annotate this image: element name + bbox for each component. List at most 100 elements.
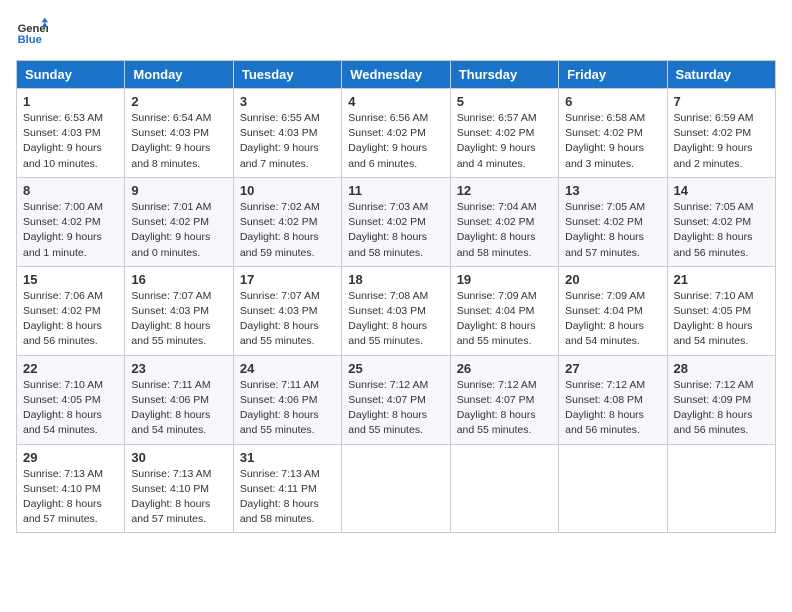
weekday-header: Sunday — [17, 61, 125, 89]
calendar-week-row: 1 Sunrise: 6:53 AMSunset: 4:03 PMDaylight… — [17, 89, 776, 178]
day-number: 18 — [348, 272, 443, 287]
day-info: Sunrise: 6:57 AMSunset: 4:02 PMDaylight:… — [457, 111, 552, 172]
day-info: Sunrise: 7:12 AMSunset: 4:07 PMDaylight:… — [457, 378, 552, 439]
calendar-cell: 29 Sunrise: 7:13 AMSunset: 4:10 PMDayligh… — [17, 444, 125, 533]
day-info: Sunrise: 7:02 AMSunset: 4:02 PMDaylight:… — [240, 200, 335, 261]
calendar-cell: 18 Sunrise: 7:08 AMSunset: 4:03 PMDayligh… — [342, 266, 450, 355]
day-info: Sunrise: 6:55 AMSunset: 4:03 PMDaylight:… — [240, 111, 335, 172]
day-number: 23 — [131, 361, 226, 376]
day-info: Sunrise: 7:13 AMSunset: 4:11 PMDaylight:… — [240, 467, 335, 528]
page-header: General Blue — [16, 16, 776, 48]
logo: General Blue — [16, 16, 52, 48]
weekday-header: Wednesday — [342, 61, 450, 89]
calendar-cell: 23 Sunrise: 7:11 AMSunset: 4:06 PMDayligh… — [125, 355, 233, 444]
day-info: Sunrise: 7:11 AMSunset: 4:06 PMDaylight:… — [240, 378, 335, 439]
day-number: 24 — [240, 361, 335, 376]
calendar-cell: 30Sunrise: 7:13 AMSunset: 4:10 PMDayligh… — [125, 444, 233, 533]
calendar-cell — [342, 444, 450, 533]
day-number: 13 — [565, 183, 660, 198]
day-number: 31 — [240, 450, 335, 465]
day-number: 25 — [348, 361, 443, 376]
day-number: 20 — [565, 272, 660, 287]
calendar-cell: 11 Sunrise: 7:03 AMSunset: 4:02 PMDayligh… — [342, 177, 450, 266]
day-info: Sunrise: 7:09 AMSunset: 4:04 PMDaylight:… — [565, 289, 660, 350]
day-info: Sunrise: 6:53 AMSunset: 4:03 PMDaylight:… — [23, 111, 118, 172]
day-number: 3 — [240, 94, 335, 109]
calendar-cell: 10 Sunrise: 7:02 AMSunset: 4:02 PMDayligh… — [233, 177, 341, 266]
day-info: Sunrise: 7:09 AMSunset: 4:04 PMDaylight:… — [457, 289, 552, 350]
calendar-cell — [559, 444, 667, 533]
calendar-table: SundayMondayTuesdayWednesdayThursdayFrid… — [16, 60, 776, 533]
calendar-cell: 9 Sunrise: 7:01 AMSunset: 4:02 PMDaylight… — [125, 177, 233, 266]
calendar-cell: 27Sunrise: 7:12 AMSunset: 4:08 PMDayligh… — [559, 355, 667, 444]
day-info: Sunrise: 7:10 AMSunset: 4:05 PMDaylight:… — [23, 378, 118, 439]
calendar-cell: 24 Sunrise: 7:11 AMSunset: 4:06 PMDayligh… — [233, 355, 341, 444]
calendar-week-row: 8Sunrise: 7:00 AMSunset: 4:02 PMDaylight… — [17, 177, 776, 266]
day-info: Sunrise: 6:59 AMSunset: 4:02 PMDaylight:… — [674, 111, 769, 172]
calendar-cell: 7 Sunrise: 6:59 AMSunset: 4:02 PMDaylight… — [667, 89, 775, 178]
calendar-cell: 16 Sunrise: 7:07 AMSunset: 4:03 PMDayligh… — [125, 266, 233, 355]
day-info: Sunrise: 7:12 AMSunset: 4:07 PMDaylight:… — [348, 378, 443, 439]
calendar-cell — [667, 444, 775, 533]
day-info: Sunrise: 7:00 AMSunset: 4:02 PMDaylight:… — [23, 200, 118, 261]
day-number: 6 — [565, 94, 660, 109]
calendar-week-row: 22Sunrise: 7:10 AMSunset: 4:05 PMDayligh… — [17, 355, 776, 444]
day-info: Sunrise: 6:56 AMSunset: 4:02 PMDaylight:… — [348, 111, 443, 172]
calendar-cell: 13 Sunrise: 7:05 AMSunset: 4:02 PMDayligh… — [559, 177, 667, 266]
calendar-cell: 19 Sunrise: 7:09 AMSunset: 4:04 PMDayligh… — [450, 266, 558, 355]
weekday-header: Tuesday — [233, 61, 341, 89]
day-number: 29 — [23, 450, 118, 465]
calendar-body: 1 Sunrise: 6:53 AMSunset: 4:03 PMDaylight… — [17, 89, 776, 533]
day-info: Sunrise: 7:12 AMSunset: 4:09 PMDaylight:… — [674, 378, 769, 439]
day-number: 2 — [131, 94, 226, 109]
day-info: Sunrise: 7:10 AMSunset: 4:05 PMDaylight:… — [674, 289, 769, 350]
calendar-cell: 12Sunrise: 7:04 AMSunset: 4:02 PMDayligh… — [450, 177, 558, 266]
calendar-header-row: SundayMondayTuesdayWednesdayThursdayFrid… — [17, 61, 776, 89]
day-number: 26 — [457, 361, 552, 376]
day-number: 11 — [348, 183, 443, 198]
calendar-cell: 1 Sunrise: 6:53 AMSunset: 4:03 PMDaylight… — [17, 89, 125, 178]
day-number: 28 — [674, 361, 769, 376]
day-info: Sunrise: 7:06 AMSunset: 4:02 PMDaylight:… — [23, 289, 118, 350]
svg-text:Blue: Blue — [18, 34, 42, 46]
day-number: 1 — [23, 94, 118, 109]
day-number: 5 — [457, 94, 552, 109]
day-number: 9 — [131, 183, 226, 198]
calendar-cell: 26 Sunrise: 7:12 AMSunset: 4:07 PMDayligh… — [450, 355, 558, 444]
day-info: Sunrise: 7:03 AMSunset: 4:02 PMDaylight:… — [348, 200, 443, 261]
day-info: Sunrise: 7:07 AMSunset: 4:03 PMDaylight:… — [131, 289, 226, 350]
calendar-cell: 14Sunrise: 7:05 AMSunset: 4:02 PMDayligh… — [667, 177, 775, 266]
calendar-cell: 6 Sunrise: 6:58 AMSunset: 4:02 PMDaylight… — [559, 89, 667, 178]
day-info: Sunrise: 7:01 AMSunset: 4:02 PMDaylight:… — [131, 200, 226, 261]
calendar-cell: 4Sunrise: 6:56 AMSunset: 4:02 PMDaylight… — [342, 89, 450, 178]
calendar-cell: 20 Sunrise: 7:09 AMSunset: 4:04 PMDayligh… — [559, 266, 667, 355]
weekday-header: Saturday — [667, 61, 775, 89]
calendar-cell: 8Sunrise: 7:00 AMSunset: 4:02 PMDaylight… — [17, 177, 125, 266]
day-info: Sunrise: 7:13 AMSunset: 4:10 PMDaylight:… — [23, 467, 118, 528]
calendar-cell: 2Sunrise: 6:54 AMSunset: 4:03 PMDaylight… — [125, 89, 233, 178]
calendar-cell: 15 Sunrise: 7:06 AMSunset: 4:02 PMDayligh… — [17, 266, 125, 355]
logo-icon: General Blue — [16, 16, 48, 48]
calendar-week-row: 15 Sunrise: 7:06 AMSunset: 4:02 PMDayligh… — [17, 266, 776, 355]
day-number: 21 — [674, 272, 769, 287]
day-number: 30 — [131, 450, 226, 465]
day-info: Sunrise: 6:58 AMSunset: 4:02 PMDaylight:… — [565, 111, 660, 172]
day-info: Sunrise: 7:12 AMSunset: 4:08 PMDaylight:… — [565, 378, 660, 439]
calendar-cell: 3 Sunrise: 6:55 AMSunset: 4:03 PMDaylight… — [233, 89, 341, 178]
calendar-cell: 25 Sunrise: 7:12 AMSunset: 4:07 PMDayligh… — [342, 355, 450, 444]
calendar-cell: 22Sunrise: 7:10 AMSunset: 4:05 PMDayligh… — [17, 355, 125, 444]
weekday-header: Friday — [559, 61, 667, 89]
day-info: Sunrise: 7:05 AMSunset: 4:02 PMDaylight:… — [565, 200, 660, 261]
day-info: Sunrise: 7:08 AMSunset: 4:03 PMDaylight:… — [348, 289, 443, 350]
day-info: Sunrise: 7:07 AMSunset: 4:03 PMDaylight:… — [240, 289, 335, 350]
day-number: 7 — [674, 94, 769, 109]
day-number: 15 — [23, 272, 118, 287]
day-number: 10 — [240, 183, 335, 198]
day-number: 14 — [674, 183, 769, 198]
calendar-cell: 21 Sunrise: 7:10 AMSunset: 4:05 PMDayligh… — [667, 266, 775, 355]
day-number: 19 — [457, 272, 552, 287]
calendar-cell: 28 Sunrise: 7:12 AMSunset: 4:09 PMDayligh… — [667, 355, 775, 444]
day-info: Sunrise: 7:11 AMSunset: 4:06 PMDaylight:… — [131, 378, 226, 439]
day-number: 16 — [131, 272, 226, 287]
day-info: Sunrise: 7:04 AMSunset: 4:02 PMDaylight:… — [457, 200, 552, 261]
